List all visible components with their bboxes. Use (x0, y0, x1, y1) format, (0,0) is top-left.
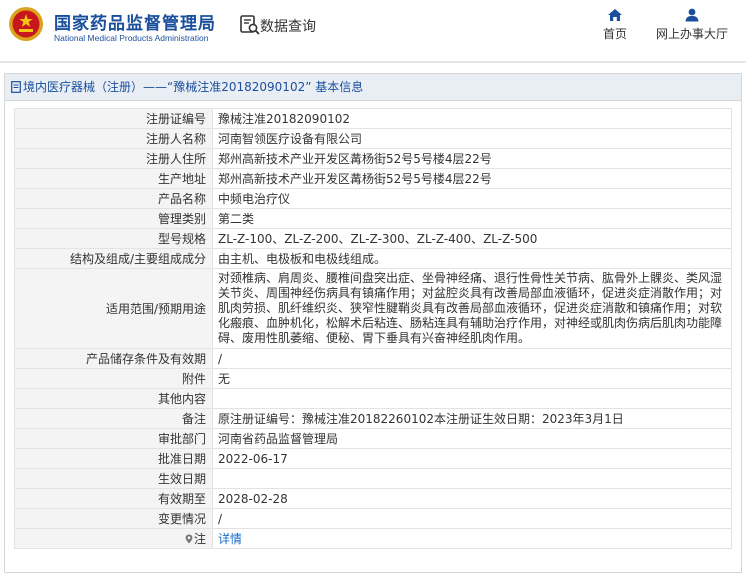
registration-info-table: 注册证编号 豫械注准20182090102 注册人名称 河南智领医疗设备有限公司 注… (14, 108, 732, 549)
table-row: 注 详情 (14, 528, 732, 549)
row-label: 审批部门 (14, 428, 213, 449)
document-icon (11, 81, 21, 93)
org-name-cn: 国家药品监督管理局 (54, 14, 216, 34)
table-row: 批准日期 2022-06-17 (14, 448, 732, 469)
row-value: 河南省药品监督管理局 (212, 428, 732, 449)
row-label: 有效期至 (14, 488, 213, 509)
row-label: 批准日期 (14, 448, 213, 469)
table-row: 型号规格 ZL-Z-100、ZL-Z-200、ZL-Z-300、ZL-Z-400、… (14, 228, 732, 249)
row-label: 变更情况 (14, 508, 213, 529)
row-value: 豫械注准20182090102 (212, 108, 732, 129)
table-row: 变更情况 / (14, 508, 732, 529)
table-row: 结构及组成/主要组成成分 由主机、电极板和电极线组成。 (14, 248, 732, 269)
breadcrumb-category-link[interactable]: 境内医疗器械（注册） (23, 80, 143, 94)
row-value: 2028-02-28 (212, 488, 732, 509)
row-label: 产品储存条件及有效期 (14, 348, 213, 369)
note-label: 注 (193, 532, 206, 546)
row-value: 河南智领医疗设备有限公司 (212, 128, 732, 149)
row-label: 产品名称 (14, 188, 213, 209)
row-label: 备注 (14, 408, 213, 429)
table-row: 注册人名称 河南智领医疗设备有限公司 (14, 128, 732, 149)
row-label: 注册人名称 (14, 128, 213, 149)
table-row: 有效期至 2028-02-28 (14, 488, 732, 509)
table-row: 生产地址 郑州高新技术产业开发区冓杨街52号5号楼4层22号 (14, 168, 732, 189)
panel-title: 境内医疗器械（注册）——“豫械注准20182090102” 基本信息 (5, 74, 741, 101)
header-divider (0, 61, 746, 63)
row-label: 其他内容 (14, 388, 213, 409)
nav-home[interactable]: 首页 (598, 8, 632, 42)
table-row: 附件无 (14, 368, 732, 389)
user-icon (685, 8, 699, 22)
site-header: 国家药品监督管理局 National Medical Products Admi… (0, 0, 746, 56)
org-name-en: National Medical Products Administration (54, 33, 209, 43)
row-label: 附件 (14, 368, 213, 389)
breadcrumb-title: ——“豫械注准20182090102” 基本信息 (143, 80, 364, 94)
row-label: 注册人住所 (14, 148, 213, 169)
row-value: 郑州高新技术产业开发区冓杨街52号5号楼4层22号 (212, 168, 732, 189)
row-value: 原注册证编号：豫械注准20182260102本注册证生效日期：2023年3月1日 (212, 408, 732, 429)
query-title: 数据查询 (260, 19, 316, 35)
row-value (212, 468, 732, 489)
detail-panel: 境内医疗器械（注册）——“豫械注准20182090102” 基本信息 注册证编号… (4, 73, 742, 573)
row-value: 对颈椎病、肩周炎、腰椎间盘突出症、坐骨神经痛、退行性骨性关节病、肱骨外上髁炎、类… (212, 268, 732, 349)
data-query-icon (240, 15, 260, 35)
location-pin-icon (185, 534, 193, 544)
row-label: 生效日期 (14, 468, 213, 489)
row-value: / (212, 348, 732, 369)
table-row: 适用范围/预期用途 对颈椎病、肩周炎、腰椎间盘突出症、坐骨神经痛、退行性骨性关节病… (14, 268, 732, 349)
table-row: 备注 原注册证编号：豫械注准20182260102本注册证生效日期：2023年3月… (14, 408, 732, 429)
row-value: ZL-Z-100、ZL-Z-200、ZL-Z-300、ZL-Z-400、ZL-Z… (212, 228, 732, 249)
row-label: 注册证编号 (14, 108, 213, 129)
nav-home-label: 首页 (602, 27, 627, 41)
row-label: 管理类别 (14, 208, 213, 229)
table-row: 产品储存条件及有效期 / (14, 348, 732, 369)
row-label: 型号规格 (14, 228, 213, 249)
row-value (212, 388, 732, 409)
row-value: 郑州高新技术产业开发区冓杨街52号5号楼4层22号 (212, 148, 732, 169)
table-row: 产品名称 中频电治疗仪 (14, 188, 732, 209)
table-row: 审批部门 河南省药品监督管理局 (14, 428, 732, 449)
row-value-note: 详情 (212, 528, 732, 549)
table-row: 注册人住所 郑州高新技术产业开发区冓杨街52号5号楼4层22号 (14, 148, 732, 169)
home-icon (608, 9, 622, 21)
table-row: 注册证编号 豫械注准20182090102 (14, 108, 732, 129)
table-row: 管理类别 第二类 (14, 208, 732, 229)
row-label: 结构及组成/主要组成成分 (14, 248, 213, 269)
row-value: 中频电治疗仪 (212, 188, 732, 209)
row-label-note: 注 (14, 528, 213, 549)
table-row: 生效日期 (14, 468, 732, 489)
row-value: 第二类 (212, 208, 732, 229)
table-row: 其他内容 (14, 388, 732, 409)
row-value: 无 (212, 368, 732, 389)
row-label: 适用范围/预期用途 (14, 268, 213, 349)
nav-online-service-hall[interactable]: 网上办事大厅 (652, 8, 732, 42)
row-value: 由主机、电极板和电极线组成。 (212, 248, 732, 269)
nav-hall-label: 网上办事大厅 (655, 27, 728, 41)
row-value: 2022-06-17 (212, 448, 732, 469)
details-link[interactable]: 详情 (218, 532, 242, 546)
row-label: 生产地址 (14, 168, 213, 189)
row-value: / (212, 508, 732, 529)
national-emblem-icon (9, 7, 43, 41)
